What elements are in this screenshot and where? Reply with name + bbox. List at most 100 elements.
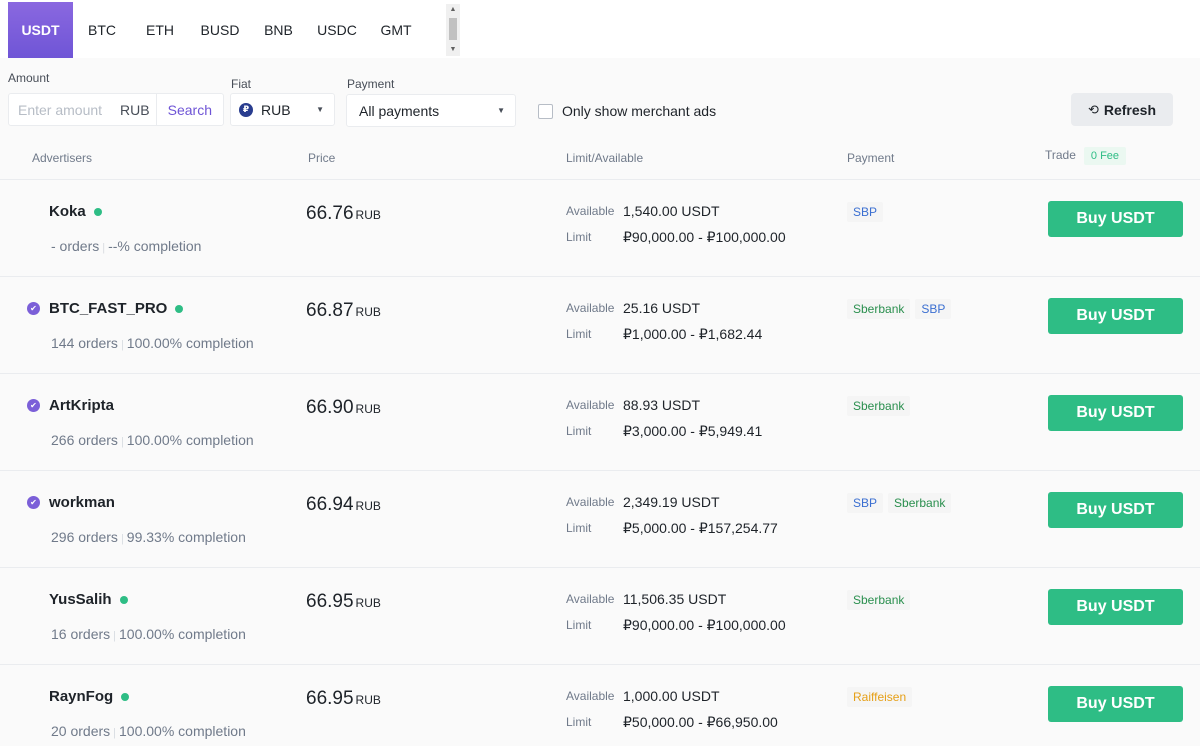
table-row: Koka - orders | --% completion 66.76 RUB Av… bbox=[0, 179, 1200, 276]
refresh-icon: ⟲ bbox=[1087, 101, 1099, 117]
tab-usdt[interactable]: USDT bbox=[8, 2, 73, 58]
payment-methods: Sberbank bbox=[847, 590, 915, 610]
tab-bnb[interactable]: BNB bbox=[251, 2, 306, 58]
advertiser-name[interactable]: YusSalih bbox=[49, 591, 128, 608]
scrollbar-thumb[interactable] bbox=[449, 18, 457, 40]
payment-tag: Sberbank bbox=[847, 590, 911, 610]
advertiser-name[interactable]: ✔ workman bbox=[27, 494, 115, 511]
available-label: Available bbox=[566, 301, 615, 315]
available-label: Available bbox=[566, 495, 615, 509]
limit-value: ₽90,000.00 - ₽100,000.00 bbox=[623, 617, 786, 633]
available-value: 11,506.35 USDT bbox=[623, 591, 727, 607]
limit-label: Limit bbox=[566, 715, 592, 729]
payment-methods: Raiffeisen bbox=[847, 687, 917, 707]
tabs-scrollbar[interactable]: ▲ ▼ bbox=[446, 4, 460, 56]
limit-value: ₽3,000.00 - ₽5,949.41 bbox=[623, 423, 763, 439]
payment-label: Payment bbox=[347, 77, 395, 91]
payment-tag: Raiffeisen bbox=[847, 687, 913, 707]
tab-eth[interactable]: ETH bbox=[131, 2, 189, 58]
price: 66.94 RUB bbox=[306, 494, 381, 515]
online-dot-icon bbox=[119, 595, 128, 604]
payment-tag: SBP bbox=[847, 493, 884, 513]
price: 66.76 RUB bbox=[306, 203, 381, 224]
payment-tag: Sberbank bbox=[847, 299, 911, 319]
advertiser-name[interactable]: Koka bbox=[49, 203, 102, 220]
tab-usdc[interactable]: USDC bbox=[306, 2, 368, 58]
table-row: RaynFog 20 orders | 100.00% completion 66.… bbox=[0, 664, 1200, 746]
amount-label: Amount bbox=[8, 71, 50, 85]
available-value: 25.16 USDT bbox=[623, 300, 701, 316]
advertiser-name[interactable]: ✔ ArtKripta bbox=[27, 397, 114, 414]
advertiser-name[interactable]: RaynFog bbox=[49, 688, 130, 705]
refresh-label: Refresh bbox=[1103, 101, 1157, 118]
buy-button[interactable]: Buy USDT bbox=[1048, 589, 1183, 625]
payment-tag: SBP bbox=[915, 299, 952, 319]
verified-icon: ✔ bbox=[27, 399, 40, 412]
table-row: ✔ ArtKripta 266 orders | 100.00% completion… bbox=[0, 373, 1200, 470]
available-value: 1,000.00 USDT bbox=[623, 688, 720, 704]
refresh-button[interactable]: ⟲ Refresh bbox=[1071, 93, 1173, 126]
payment-tag: Sberbank bbox=[847, 396, 911, 416]
scroll-down-icon[interactable]: ▼ bbox=[446, 44, 460, 56]
ad-list: Koka - orders | --% completion 66.76 RUB Av… bbox=[0, 179, 1200, 746]
advertiser-stats: 20 orders | 100.00% completion bbox=[51, 723, 246, 739]
header-trade-label: Trade bbox=[1045, 148, 1076, 162]
table-row: YusSalih 16 orders | 100.00% completion 66… bbox=[0, 567, 1200, 664]
merchant-checkbox[interactable] bbox=[538, 103, 553, 119]
fiat-label: Fiat bbox=[231, 77, 252, 91]
advertiser-stats: 16 orders | 100.00% completion bbox=[51, 626, 246, 642]
limit-value: ₽90,000.00 - ₽100,000.00 bbox=[623, 229, 786, 245]
amount-unit: RUB bbox=[120, 101, 150, 118]
available-label: Available bbox=[566, 592, 615, 606]
payment-methods: SBP Sberbank bbox=[847, 493, 956, 513]
available-label: Available bbox=[566, 398, 615, 412]
payment-methods: Sberbank bbox=[847, 396, 915, 416]
available-value: 88.93 USDT bbox=[623, 397, 701, 413]
verified-icon: ✔ bbox=[27, 496, 40, 509]
fiat-select[interactable]: ₽ RUB ▼ bbox=[230, 93, 335, 126]
advertiser-stats: - orders | --% completion bbox=[51, 238, 202, 254]
header-trade: Trade 0 Fee bbox=[1045, 147, 1127, 165]
price: 66.90 RUB bbox=[306, 397, 381, 418]
buy-button[interactable]: Buy USDT bbox=[1048, 298, 1183, 334]
chevron-down-icon: ▼ bbox=[497, 106, 505, 115]
tab-gmt[interactable]: GMT bbox=[368, 2, 424, 58]
tab-busd[interactable]: BUSD bbox=[189, 2, 251, 58]
available-label: Available bbox=[566, 204, 615, 218]
table-row: ✔ BTC_FAST_PRO 144 orders | 100.00% complet… bbox=[0, 276, 1200, 373]
amount-input[interactable] bbox=[9, 94, 114, 125]
verified-icon: ✔ bbox=[27, 302, 40, 315]
limit-value: ₽50,000.00 - ₽66,950.00 bbox=[623, 714, 778, 730]
advertiser-name[interactable]: ✔ BTC_FAST_PRO bbox=[27, 300, 184, 317]
header-advertisers: Advertisers bbox=[32, 151, 93, 165]
buy-button[interactable]: Buy USDT bbox=[1048, 395, 1183, 431]
merchant-filter[interactable]: Only show merchant ads bbox=[538, 103, 716, 119]
scroll-up-icon[interactable]: ▲ bbox=[446, 4, 460, 16]
available-value: 2,349.19 USDT bbox=[623, 494, 720, 510]
fee-badge: 0 Fee bbox=[1083, 147, 1127, 165]
table-row: ✔ workman 296 orders | 99.33% completion 66… bbox=[0, 470, 1200, 567]
search-button[interactable]: Search bbox=[155, 94, 223, 125]
available-label: Available bbox=[566, 689, 615, 703]
limit-value: ₽5,000.00 - ₽157,254.77 bbox=[623, 520, 778, 536]
tab-btc[interactable]: BTC bbox=[73, 2, 131, 58]
price: 66.95 RUB bbox=[306, 591, 381, 612]
buy-button[interactable]: Buy USDT bbox=[1048, 686, 1183, 722]
payment-tag: SBP bbox=[847, 202, 884, 222]
payment-select[interactable]: All payments ▼ bbox=[346, 94, 516, 127]
advertiser-stats: 296 orders | 99.33% completion bbox=[51, 529, 246, 545]
payment-methods: Sberbank SBP bbox=[847, 299, 956, 319]
limit-label: Limit bbox=[566, 230, 592, 244]
header-price: Price bbox=[308, 151, 336, 165]
chevron-down-icon: ▼ bbox=[316, 105, 324, 114]
available-value: 1,540.00 USDT bbox=[623, 203, 720, 219]
buy-button[interactable]: Buy USDT bbox=[1048, 201, 1183, 237]
advertiser-stats: 266 orders | 100.00% completion bbox=[51, 432, 254, 448]
price: 66.87 RUB bbox=[306, 300, 381, 321]
online-dot-icon bbox=[93, 207, 102, 216]
fiat-value: RUB bbox=[261, 101, 291, 118]
payment-tag: Sberbank bbox=[888, 493, 952, 513]
ruble-icon: ₽ bbox=[239, 102, 253, 117]
online-dot-icon bbox=[175, 304, 184, 313]
buy-button[interactable]: Buy USDT bbox=[1048, 492, 1183, 528]
